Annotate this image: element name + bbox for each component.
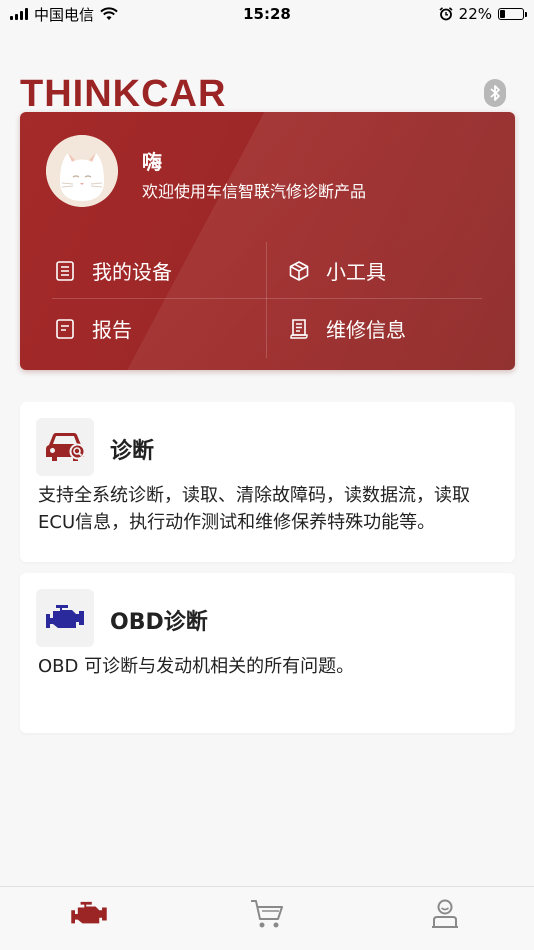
obd-diagnosis-card[interactable]: OBD诊断 OBD 可诊断与发动机相关的所有问题。 bbox=[20, 573, 515, 733]
engine-tab-icon bbox=[71, 901, 107, 924]
device-list-icon bbox=[54, 260, 76, 282]
diagnosis-card[interactable]: 诊断 支持全系统诊断，读取、清除故障码，读数据流，读取ECU信息，执行动作测试和… bbox=[20, 402, 515, 562]
profile-card: 嗨 欢迎使用车信智联汽修诊断产品 我的设备 小工具 报告 维修信息 bbox=[20, 112, 515, 370]
battery-fill bbox=[500, 10, 505, 18]
signal-icon bbox=[10, 8, 28, 20]
menu-repair-info[interactable]: 维修信息 bbox=[288, 314, 406, 343]
divider-horizontal bbox=[52, 298, 482, 299]
alarm-icon bbox=[439, 7, 453, 21]
report-icon bbox=[54, 318, 76, 340]
diagnosis-description: 支持全系统诊断，读取、清除故障码，读数据流，读取ECU信息，执行动作测试和维修保… bbox=[38, 485, 470, 533]
cat-avatar-icon bbox=[46, 135, 118, 207]
obd-description: OBD 可诊断与发动机相关的所有问题。 bbox=[38, 656, 355, 677]
divider-vertical bbox=[266, 242, 267, 358]
bluetooth-icon[interactable] bbox=[484, 79, 506, 107]
engine-icon bbox=[36, 589, 94, 647]
menu-tools-label: 小工具 bbox=[326, 260, 386, 284]
menu-repair-info-label: 维修信息 bbox=[326, 318, 406, 342]
menu-tools[interactable]: 小工具 bbox=[288, 256, 386, 285]
tab-home[interactable] bbox=[59, 897, 119, 931]
welcome-message: 欢迎使用车信智联汽修诊断产品 bbox=[142, 182, 367, 201]
obd-title: OBD诊断 bbox=[110, 610, 208, 635]
diagnosis-title: 诊断 bbox=[110, 439, 155, 464]
menu-reports[interactable]: 报告 bbox=[54, 314, 132, 343]
status-right: 22% bbox=[439, 5, 527, 23]
tab-profile[interactable] bbox=[415, 897, 475, 931]
repair-info-icon bbox=[288, 318, 310, 340]
menu-my-devices[interactable]: 我的设备 bbox=[54, 256, 172, 285]
avatar[interactable] bbox=[46, 135, 118, 207]
box-icon bbox=[288, 260, 310, 282]
status-bar: 中国电信 15:28 22% bbox=[0, 0, 534, 28]
battery-percent: 22% bbox=[458, 5, 492, 23]
carrier-label: 中国电信 bbox=[34, 5, 95, 24]
user-name: 嗨 bbox=[142, 150, 162, 174]
tab-bar bbox=[0, 886, 534, 950]
menu-reports-label: 报告 bbox=[92, 318, 132, 342]
menu-my-devices-label: 我的设备 bbox=[92, 260, 172, 284]
car-diagnosis-icon bbox=[36, 418, 94, 476]
user-icon bbox=[432, 899, 458, 928]
cart-icon bbox=[251, 900, 283, 928]
brand-logo: THINKCAR bbox=[20, 73, 227, 115]
tab-shop[interactable] bbox=[237, 897, 297, 931]
battery-icon bbox=[498, 8, 527, 20]
status-left: 中国电信 bbox=[10, 4, 118, 25]
wifi-icon bbox=[100, 7, 118, 20]
